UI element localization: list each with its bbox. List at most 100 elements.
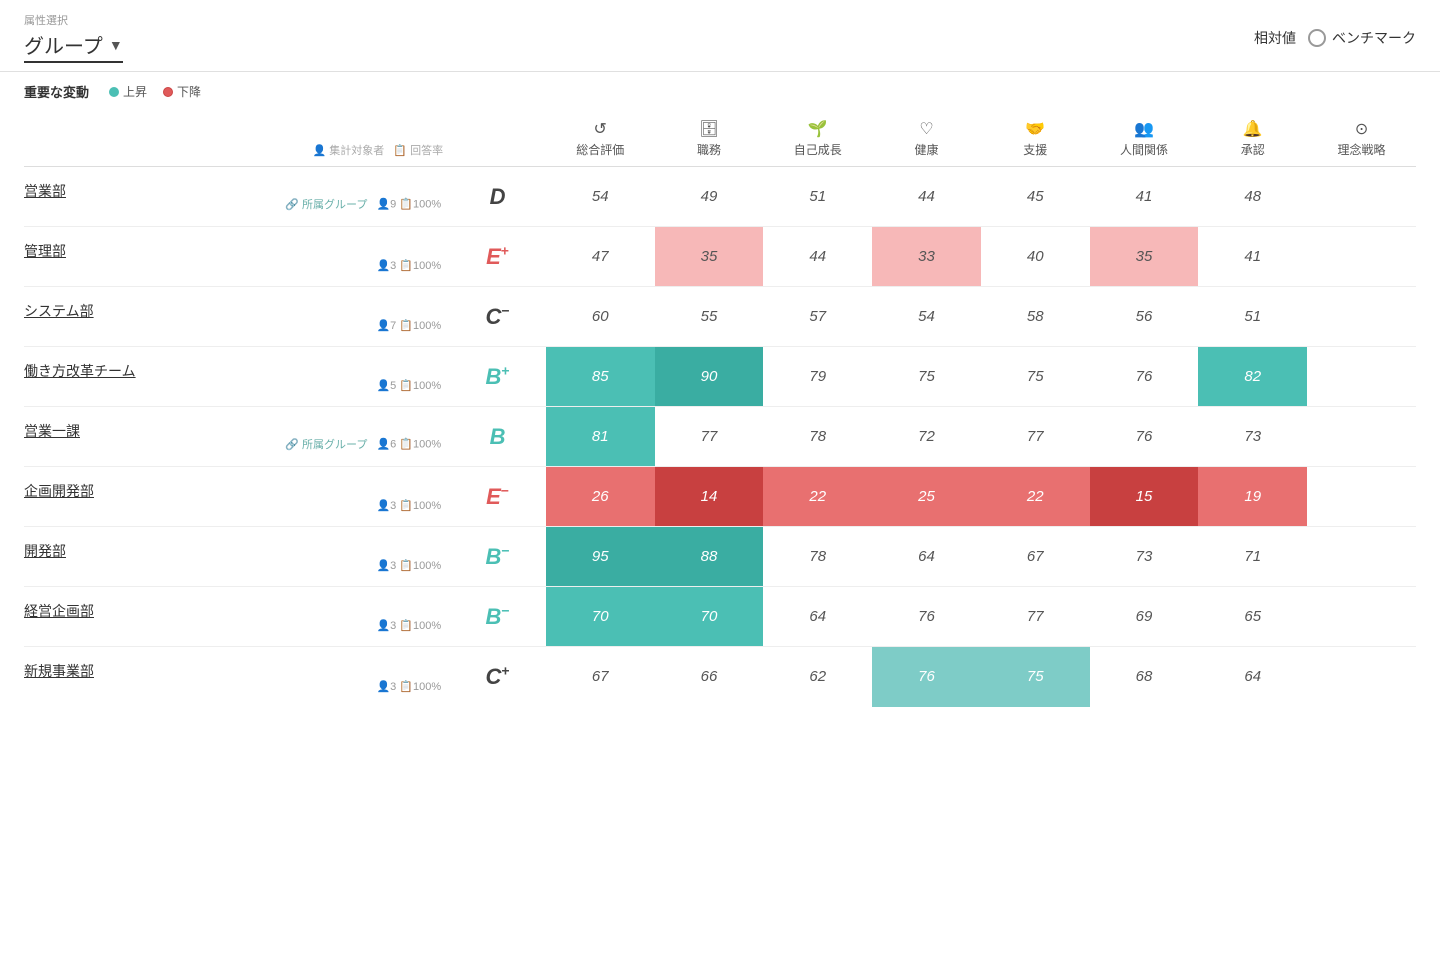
grade-value: E−: [486, 484, 509, 509]
score-cell: 51: [1198, 287, 1307, 347]
response-rate: 📋100%: [399, 620, 441, 632]
group-tag: 🔗所属グループ: [285, 196, 367, 212]
row-name-cell: 管理部: [24, 227, 242, 287]
table-row: 企画開発部👤3 📋100%E−26142225221519: [24, 467, 1416, 527]
score-cell: 22: [981, 467, 1090, 527]
header-right: 相対値 ベンチマーク: [1254, 28, 1416, 48]
benchmark-radio-circle[interactable]: [1308, 29, 1326, 47]
score-cell: 81: [546, 407, 655, 467]
important-change-label: 重要な変動: [24, 82, 89, 101]
people-count: 👤3: [376, 560, 396, 572]
score-cell: 76: [872, 587, 981, 647]
group-tag-label: 所属グループ: [302, 196, 367, 212]
score-cell: 76: [872, 647, 981, 707]
score-cell: 64: [1198, 647, 1307, 707]
row-grade-cell: E−: [449, 467, 546, 527]
score-cell: 56: [1090, 287, 1199, 347]
table-row: 開発部👤3 📋100%B−95887864677371: [24, 527, 1416, 587]
score-cell: 26: [546, 467, 655, 527]
score-cell: 68: [1090, 647, 1199, 707]
attr-label: 属性選択: [24, 12, 123, 28]
col-label-relations: 人間関係: [1120, 143, 1168, 157]
row-meta-cell: 🔗所属グループ 👤6 📋100%: [242, 407, 450, 467]
row-name-cell: 働き方改革チーム: [24, 347, 242, 407]
row-name-cell: 企画開発部: [24, 467, 242, 527]
score-cell: 75: [981, 347, 1090, 407]
table-row: システム部👤7 📋100%C−60555754585651: [24, 287, 1416, 347]
score-cell: 69: [1090, 587, 1199, 647]
table-row: 管理部👤3 📋100%E+47354433403541: [24, 227, 1416, 287]
row-grade-cell: C+: [449, 647, 546, 707]
header-left: 属性選択 グループ ▼: [24, 12, 123, 63]
row-meta-cell: 👤3 📋100%: [242, 527, 450, 587]
score-cell: 19: [1198, 467, 1307, 527]
col-label-strategy: 理念戦略: [1338, 143, 1386, 157]
score-cell: 41: [1090, 167, 1199, 227]
score-cell: 25: [872, 467, 981, 527]
row-name-link[interactable]: 営業部: [24, 183, 66, 199]
col-header-health: ♡ 健康: [872, 111, 981, 167]
score-cell: 85: [546, 347, 655, 407]
score-cell: 75: [981, 647, 1090, 707]
grade-sup: +: [501, 363, 509, 379]
score-cell: 22: [763, 467, 872, 527]
row-name-link[interactable]: システム部: [24, 303, 94, 319]
row-name-link[interactable]: 経営企画部: [24, 603, 94, 619]
relative-value-button[interactable]: 相対値: [1254, 28, 1296, 48]
grade-value: E+: [486, 244, 509, 269]
response-rate: 📋100%: [399, 380, 441, 392]
general-icon: ↺: [552, 119, 649, 139]
score-cell: 51: [763, 167, 872, 227]
score-cell: 70: [546, 587, 655, 647]
col-header-grade: [449, 111, 546, 167]
score-cell: 95: [546, 527, 655, 587]
col-header-relations: 👥 人間関係: [1090, 111, 1199, 167]
up-dot-icon: [109, 87, 119, 97]
row-name-link[interactable]: 開発部: [24, 543, 66, 559]
score-cell: 54: [546, 167, 655, 227]
score-cell: 40: [981, 227, 1090, 287]
score-cell: 49: [655, 167, 764, 227]
score-cell: 76: [1090, 347, 1199, 407]
row-meta-cell: 👤3 📋100%: [242, 647, 450, 707]
row-name-cell: 経営企画部: [24, 587, 242, 647]
response-rate: 📋100%: [399, 320, 441, 332]
row-meta-cell: 🔗所属グループ 👤9 📋100%: [242, 167, 450, 227]
grade-value: B−: [485, 604, 509, 629]
response-rate: 📋100%: [399, 260, 441, 272]
growth-icon: 🌱: [769, 119, 866, 139]
row-name-link[interactable]: 企画開発部: [24, 483, 94, 499]
health-icon: ♡: [878, 119, 975, 139]
col-label-approval: 承認: [1241, 143, 1265, 157]
row-name-link[interactable]: 働き方改革チーム: [24, 363, 136, 379]
score-cell: 82: [1198, 347, 1307, 407]
group-label: グループ: [24, 30, 103, 59]
row-grade-cell: B+: [449, 347, 546, 407]
score-cell: 90: [655, 347, 764, 407]
score-cell: 14: [655, 467, 764, 527]
group-select-dropdown[interactable]: グループ ▼: [24, 30, 123, 63]
row-name-link[interactable]: 営業一課: [24, 423, 80, 439]
score-cell: 77: [981, 587, 1090, 647]
up-indicator: 上昇: [109, 83, 147, 100]
people-count: 👤9: [376, 199, 396, 211]
row-name-link[interactable]: 管理部: [24, 243, 66, 259]
score-cell: 70: [655, 587, 764, 647]
grade-sup: −: [501, 303, 509, 319]
score-cell: 44: [763, 227, 872, 287]
score-cell: 57: [763, 287, 872, 347]
col-header-name: [24, 111, 242, 167]
main-table-container: 👤 集計対象者 📋 回答率 ↺ 総合評価 🗄 職務 🌱 自己成長 ♡: [0, 111, 1440, 707]
up-label: 上昇: [123, 83, 147, 100]
group-tag-icon: 🔗: [285, 438, 299, 451]
down-dot-icon: [163, 87, 173, 97]
row-grade-cell: C−: [449, 287, 546, 347]
benchmark-radio[interactable]: ベンチマーク: [1308, 28, 1416, 48]
grade-value: C+: [485, 664, 509, 689]
row-name-link[interactable]: 新規事業部: [24, 663, 94, 679]
score-cell: 78: [763, 407, 872, 467]
strategy-icon: ⊙: [1313, 119, 1410, 139]
row-grade-cell: B−: [449, 587, 546, 647]
score-cell: 47: [546, 227, 655, 287]
row-name-cell: 営業一課: [24, 407, 242, 467]
